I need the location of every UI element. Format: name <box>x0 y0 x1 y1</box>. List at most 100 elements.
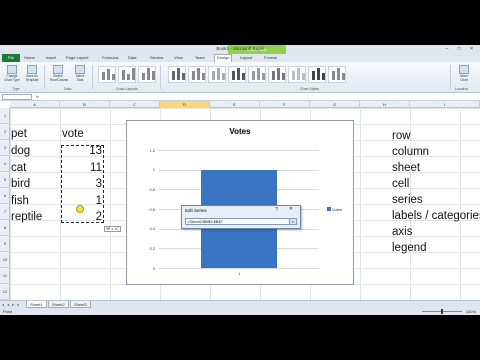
tab-review[interactable]: Review <box>150 55 163 60</box>
title-bar: Chart Tools Book1 - Microsoft Excel – □ … <box>0 45 480 59</box>
column-header-h[interactable]: H <box>360 101 410 108</box>
close-icon[interactable]: ✕ <box>285 206 297 213</box>
gridline <box>159 150 319 151</box>
chart-legend[interactable]: Votes <box>327 207 342 212</box>
row-header-7[interactable]: 7 <box>0 204 10 220</box>
sheet-nav-arrows[interactable]: ◂ ◂ ▸ ▸ <box>2 302 20 307</box>
vocab-legend[interactable]: legend <box>392 242 427 254</box>
row-header-5[interactable]: 5 <box>0 172 10 188</box>
y-tick-label: 0.8 <box>149 186 155 192</box>
cell-b2[interactable]: vote <box>62 126 84 142</box>
tab-layout[interactable]: Layout <box>240 55 252 60</box>
vocab-column[interactable]: column <box>392 146 429 158</box>
column-header-g[interactable]: G <box>310 101 360 108</box>
vocab-sheet[interactable]: sheet <box>392 162 420 174</box>
select-data-button[interactable]: Select Data <box>72 65 88 85</box>
chart-style-4[interactable] <box>228 66 246 83</box>
sheet-tab-sheet2[interactable]: Sheet2 <box>48 301 69 308</box>
group-label-type: Type <box>12 87 20 91</box>
group-label-chart-styles: Chart Styles <box>300 87 320 91</box>
tab-file[interactable]: File <box>2 54 20 62</box>
ribbon: Change Chart Type Save As Template Switc… <box>0 62 480 93</box>
column-header-f[interactable]: F <box>260 101 310 108</box>
series-values-input[interactable]: =Sheet1!$B$3:$B$7 <box>185 218 291 225</box>
sheet-tab-sheet1[interactable]: Sheet1 <box>26 301 47 308</box>
tab-design[interactable]: Design <box>214 54 233 62</box>
change-chart-type-button[interactable]: Change Chart Type <box>4 65 20 85</box>
group-label-data: Data <box>64 87 72 91</box>
column-header-a[interactable]: A <box>10 101 60 108</box>
row-header-3[interactable]: 3 <box>0 140 10 156</box>
help-icon[interactable]: ? <box>275 207 278 213</box>
chart-style-5[interactable] <box>248 66 266 83</box>
row-header-4[interactable]: 4 <box>0 156 10 172</box>
row-header-6[interactable]: 6 <box>0 188 10 204</box>
y-tick-label: 0.2 <box>149 245 155 251</box>
legend-entry-votes: Votes <box>332 207 343 212</box>
tab-page-layout[interactable]: Page Layout <box>66 55 88 60</box>
vocab-cell[interactable]: cell <box>392 178 409 190</box>
name-box[interactable] <box>2 94 32 100</box>
switch-icon <box>53 65 63 74</box>
group-label-location: Location <box>455 87 469 91</box>
edit-series-dialog[interactable]: Edit Series ? ✕ =Sheet1!$B$3:$B$7 ▪ <box>181 205 301 229</box>
tab-home[interactable]: Home <box>24 55 35 60</box>
tab-data[interactable]: Data <box>128 55 136 60</box>
cell-a5[interactable]: bird <box>11 176 30 192</box>
tab-view[interactable]: View <box>174 55 183 60</box>
row-header-10[interactable]: 10 <box>0 252 10 268</box>
ribbon-separator <box>44 65 45 89</box>
cell-a7[interactable]: reptile <box>11 209 42 225</box>
column-header-c[interactable]: C <box>110 101 160 108</box>
row-header-8[interactable]: 8 <box>0 220 10 236</box>
tab-formulas[interactable]: Formulas <box>102 55 119 60</box>
x-tick-label: 1 <box>238 271 241 276</box>
chart-style-7[interactable] <box>288 66 306 83</box>
chart-style-9[interactable] <box>328 66 346 83</box>
window-controls[interactable]: – □ × <box>446 46 478 52</box>
sheet-tab-sheet3[interactable]: Sheet3 <box>70 301 91 308</box>
y-tick-label: 0 <box>152 265 155 271</box>
column-header-e[interactable]: E <box>210 101 260 108</box>
chart-title[interactable]: Votes <box>127 127 353 136</box>
row-header-2[interactable]: 2 <box>0 124 10 140</box>
column-header-i[interactable]: I <box>410 101 480 108</box>
ribbon-separator <box>92 65 93 89</box>
fx-icon[interactable]: fx <box>36 94 39 99</box>
vocab-row[interactable]: row <box>392 130 411 142</box>
y-tick-label: 0.6 <box>149 206 155 212</box>
chart-style-8[interactable] <box>308 66 326 83</box>
chart-object[interactable]: Votes 1.2 1 0.8 0.6 0.4 0.2 0 1 Votes <box>126 120 354 285</box>
sheet-tab-bar: ◂ ◂ ▸ ▸ Sheet1 Sheet2 Sheet3 <box>0 300 480 308</box>
tab-format[interactable]: Format <box>264 55 277 60</box>
row-header-11[interactable]: 11 <box>0 268 10 284</box>
chart-style-6[interactable] <box>268 66 286 83</box>
expand-dialog-button[interactable]: ▪ <box>289 218 297 225</box>
row-header-1[interactable]: 1 <box>0 108 10 124</box>
cell-a6[interactable]: fish <box>11 193 29 209</box>
vocab-labels-categories[interactable]: labels / categories <box>392 210 480 222</box>
chart-style-2[interactable] <box>188 66 206 83</box>
chart-layout-3[interactable] <box>138 66 156 83</box>
selection-size-tooltip: 5R x 1C <box>104 226 121 232</box>
tab-insert[interactable]: Insert <box>46 55 56 60</box>
chart-layout-2[interactable] <box>118 66 136 83</box>
row-header-9[interactable]: 9 <box>0 236 10 252</box>
column-header-b[interactable]: B <box>60 101 110 108</box>
save-as-template-button[interactable]: Save As Template <box>24 65 40 85</box>
chart-style-1[interactable] <box>168 66 186 83</box>
tab-team[interactable]: Team <box>195 55 205 60</box>
row-header-12[interactable]: 12 <box>0 284 10 300</box>
switch-row-column-button[interactable]: Switch Row/Column <box>50 65 68 85</box>
vocab-series[interactable]: series <box>392 194 423 206</box>
move-chart-button[interactable]: Move Chart <box>456 65 472 85</box>
chart-layout-1[interactable] <box>98 66 116 83</box>
chart-style-3[interactable] <box>208 66 226 83</box>
cell-a4[interactable]: cat <box>11 160 26 176</box>
group-label-chart-layouts: Chart Layouts <box>116 87 138 91</box>
vocab-axis[interactable]: axis <box>392 226 412 238</box>
cell-a3[interactable]: dog <box>11 143 30 159</box>
legend-swatch <box>327 207 331 211</box>
cell-a2[interactable]: pet <box>11 126 27 142</box>
column-header-d[interactable]: D <box>160 101 210 108</box>
